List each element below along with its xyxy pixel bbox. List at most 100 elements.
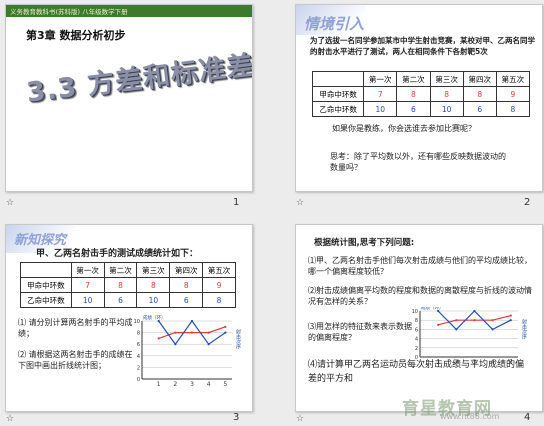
lesson-title: 3.3 方差和标准差: [24, 50, 253, 109]
header-cell: 第五次: [495, 71, 531, 87]
y-tick-label: 0: [415, 355, 418, 361]
slide-4-question-3: ⑶用怎样的特征数来表示数据的偏离程度？: [308, 322, 412, 342]
slide-4[interactable]: 根据统计图,思考下列问题: ⑴甲、乙两名射击手他们每次射击成绩与他们的平均成绩比…: [295, 224, 543, 412]
y-axis-label: 成绩（环）: [143, 315, 166, 321]
header-cell: 第二次: [103, 262, 138, 278]
table-cell: 9: [202, 277, 236, 293]
y-tick-label: 10: [134, 319, 140, 325]
table-cell: 6: [396, 101, 431, 117]
x-tick-label: 3: [473, 359, 477, 366]
data-point: [190, 331, 194, 334]
x-axis-label: 射击次序: [235, 328, 241, 350]
header-cell: 第一次: [363, 71, 398, 87]
slide-1-transition-icon[interactable]: ☆: [6, 198, 14, 208]
x-tick-label: 1: [157, 381, 161, 388]
y-tick-label: 8: [415, 318, 418, 324]
table-cell: 8: [462, 86, 497, 102]
table-cell: 8: [495, 101, 531, 117]
x-tick-label: 2: [454, 359, 458, 366]
slide-2-heading: 情境引入: [304, 15, 365, 33]
slide-3-score-table: 第一次 第二次 第三次 第四次 第五次 甲命中环数 7 8 8 8 9 乙命中环…: [20, 262, 236, 308]
y-tick-label: 4: [415, 337, 418, 343]
slide-2[interactable]: 情境引入 为了选拔一名同学参加某市中学生射击竞赛，某校对甲、乙两名同学的射击水平…: [295, 4, 543, 192]
table-cell: 6: [169, 292, 204, 308]
table-header-row: 第一次 第二次 第三次 第四次 第五次: [20, 262, 236, 278]
slide-3[interactable]: 新知探究 甲、乙两名射击手的测试成绩统计如下： 第一次 第二次 第三次 第四次 …: [5, 224, 253, 412]
slide-3-question-1: ⑴ 请分别计算两名射手的平均成绩；: [18, 318, 133, 338]
slide-1-banner: 义务教育教科书(苏科版) 八年级数学下册: [6, 5, 252, 17]
data-point: [224, 331, 227, 334]
table-cell: 9: [495, 86, 531, 102]
slide-3-question-2: ⑵ 请根据这两名射击手的成绩在下图中画出折线统计图；: [18, 350, 133, 370]
table-cell: 7: [363, 86, 398, 102]
data-point: [455, 328, 458, 331]
row-label: 乙命中环数: [20, 292, 72, 308]
header-cell: 第二次: [396, 71, 431, 87]
header-cell: 第四次: [462, 71, 497, 87]
table-header-row: 第一次 第二次 第三次 第四次 第五次: [311, 71, 531, 87]
table-cell: 8: [396, 86, 431, 102]
data-point: [207, 343, 210, 346]
table-row: 甲命中环数 7 8 8 8 9: [311, 86, 531, 102]
table-cell: 10: [136, 292, 171, 308]
row-label: 乙命中环数: [311, 101, 365, 117]
table-cell: 10: [429, 101, 464, 117]
slide-3-line-chart: 10 8 6 4 2 0 1 2 3 4 5 成绩（环） 射击次序: [134, 315, 241, 388]
watermark-url: www.ht88.com: [440, 412, 500, 421]
table-cell: 8: [169, 277, 204, 293]
slide-4-transition-icon[interactable]: ☆: [296, 414, 304, 424]
table-row: 乙命中环数 10 6 10 6 8: [311, 101, 531, 117]
slide-4-question-2: ⑵射击成绩偏离平均数的程度和数据的离散程度与折线的波动情况有怎样的关系？: [308, 286, 532, 306]
banner-text: 义务教育教科书(苏科版) 八年级数学下册: [10, 8, 128, 16]
slide-2-question-2: 思考：除了平均数以外，还有哪些反映数据波动的数量吗？: [330, 152, 506, 172]
y-tick-label: 4: [137, 354, 140, 360]
x-tick-label: 5: [509, 359, 513, 366]
slide-4-intro: 根据统计图,思考下列问题:: [314, 238, 415, 248]
slide-1-number: 1: [233, 197, 240, 208]
slide-3-transition-icon[interactable]: ☆: [6, 414, 14, 424]
slide-4-line-chart: 10 8 6 4 2 0 1 2 3 4 5 成绩（环） 射击次序: [412, 307, 527, 366]
row-label: 甲命中环数: [311, 86, 365, 102]
table-cell: 10: [70, 292, 105, 308]
slide-3-intro: 甲、乙两名射击手的测试成绩统计如下：: [36, 249, 199, 259]
data-point: [157, 319, 160, 323]
x-tick-label: 1: [436, 359, 440, 366]
slide-1[interactable]: 义务教育教科书(苏科版) 八年级数学下册 第3章 数据分析初步 3.3 方差和标…: [5, 4, 253, 192]
x-tick-label: 4: [207, 381, 211, 388]
x-tick-label: 4: [491, 359, 495, 366]
table-cell: 10: [363, 101, 398, 117]
header-cell: [20, 262, 72, 278]
header-cell: 第一次: [70, 262, 105, 278]
data-point: [437, 323, 440, 326]
slide-4-question-1: ⑴甲、乙两名射击手他们每次射击成绩与他们的平均成绩比较，哪一个偏离程度较低？: [308, 256, 532, 276]
data-point: [509, 319, 512, 322]
y-tick-label: 6: [137, 342, 140, 348]
header-cell: 第五次: [202, 262, 236, 278]
data-point: [207, 331, 210, 334]
x-tick-label: 3: [190, 381, 194, 388]
data-point: [174, 331, 177, 334]
data-point: [473, 309, 476, 313]
slide-4-number: 4: [524, 412, 531, 423]
data-point: [157, 337, 160, 340]
table-row: 乙命中环数 10 6 10 6 8: [20, 292, 236, 308]
data-point: [224, 325, 227, 328]
y-tick-label: 2: [415, 346, 418, 352]
data-point: [455, 319, 458, 322]
chapter-title: 第3章 数据分析初步: [26, 29, 126, 42]
x-axis-label: 射击次序: [521, 318, 527, 340]
y-tick-label: 0: [137, 377, 140, 383]
slide-3-number: 3: [233, 412, 240, 423]
header-cell: 第四次: [169, 262, 204, 278]
x-tick-label: 2: [173, 381, 177, 388]
data-point: [437, 309, 440, 313]
slide-2-transition-icon[interactable]: ☆: [296, 198, 304, 208]
y-tick-label: 2: [137, 365, 140, 371]
y-tick-label: 6: [415, 327, 418, 333]
table-cell: 7: [70, 277, 105, 293]
header-cell: [311, 71, 365, 87]
x-tick-label: 5: [223, 381, 227, 388]
header-cell: 第三次: [429, 71, 464, 87]
data-point: [509, 314, 512, 317]
data-point: [491, 328, 494, 331]
